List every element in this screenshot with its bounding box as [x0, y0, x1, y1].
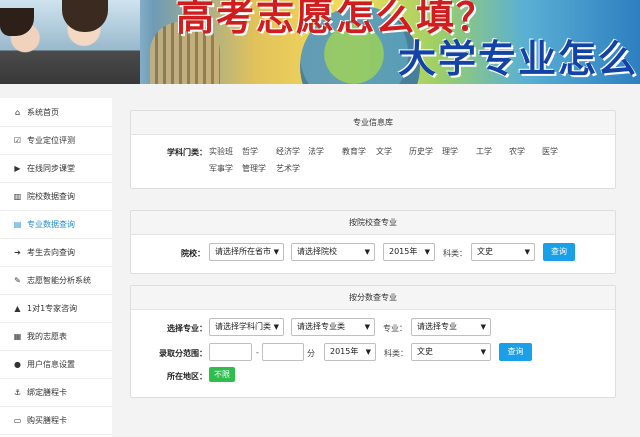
sidebar-item-6[interactable]: ✎ 志愿智能分析系统 [0, 267, 112, 295]
card-icon: ▭ [13, 416, 22, 425]
score-kelei-select[interactable]: 文史 ▼ [411, 343, 491, 361]
chevron-down-icon: ▼ [480, 323, 486, 331]
chevron-down-icon: ▼ [365, 348, 371, 356]
sidebar-item-label: 绑定膳程卡 [27, 388, 67, 397]
table-icon: ▦ [13, 332, 22, 341]
sidebar-item-8[interactable]: ▦ 我的志愿表 [0, 323, 112, 351]
sidebar-item-9[interactable]: ● 用户信息设置 [0, 351, 112, 379]
top-banner: 高考志愿怎么填？ 大学专业怎么 [0, 0, 640, 84]
check-square-icon: ☑ [13, 136, 22, 145]
chevron-down-icon: ▼ [524, 248, 530, 256]
sidebar-item-label: 1对1专家咨询 [27, 304, 78, 313]
sidebar-item-label: 专业定位评测 [27, 136, 75, 145]
subject-link[interactable]: 艺术学 [276, 163, 300, 174]
subject-link[interactable]: 军事学 [209, 163, 233, 174]
video-icon: ▶ [14, 164, 21, 173]
select-major-label: 选择专业： [167, 324, 207, 333]
subject-link[interactable]: 经济学 [276, 146, 300, 157]
sidebar-item-label: 在线同步课堂 [27, 164, 75, 173]
major-select[interactable]: 请选择专业 ▼ [411, 318, 491, 336]
book-icon: ▤ [13, 220, 22, 229]
sidebar-item-7[interactable]: ▲ 1对1专家咨询 [0, 295, 112, 323]
subject-link[interactable]: 农学 [509, 146, 525, 157]
score-kelei-label: 科类： [384, 349, 408, 358]
kelei-select[interactable]: 文史 ▼ [471, 243, 535, 261]
chevron-down-icon: ▼ [364, 323, 370, 331]
chevron-down-icon: ▼ [273, 323, 279, 331]
home-icon: ⌂ [14, 108, 21, 117]
sidebar-item-1[interactable]: ☑ 专业定位评测 [0, 127, 112, 155]
subject-link[interactable]: 工学 [476, 146, 492, 157]
sidebar-item-label: 系统首页 [27, 108, 59, 117]
year-select[interactable]: 2015年 ▼ [383, 243, 435, 261]
user-icon: ● [14, 360, 21, 369]
region-label: 所在地区： [167, 372, 207, 381]
edit-icon: ✎ [14, 276, 21, 285]
sidebar-item-10[interactable]: ⚓ 绑定膳程卡 [0, 379, 112, 407]
graduation-cap-icon: ▲ [14, 304, 21, 313]
sidebar-item-2[interactable]: ▶ 在线同步课堂 [0, 155, 112, 183]
subject-link[interactable]: 文学 [376, 146, 392, 157]
sidebar-item-4[interactable]: ▤ 专业数据查询 [0, 211, 112, 239]
subject-link[interactable]: 法学 [308, 146, 324, 157]
arrow-right-icon: ➔ [14, 248, 21, 257]
sidebar-item-0[interactable]: ⌂ 系统首页 [0, 99, 112, 127]
anchor-icon: ⚓ [13, 388, 22, 397]
subject-link[interactable]: 历史学 [409, 146, 433, 157]
subject-category-label: 学科门类： [167, 148, 207, 157]
kelei-label: 科类： [443, 249, 467, 258]
subject-link[interactable]: 实验班 [209, 146, 233, 157]
min-score-input[interactable] [209, 343, 252, 361]
sidebar-item-label: 我的志愿表 [27, 332, 67, 341]
score-unit: 分 [307, 349, 315, 358]
subject-link[interactable]: 哲学 [242, 146, 258, 157]
zhuanye-label: 专业： [383, 324, 407, 333]
school-label: 院校： [181, 249, 205, 258]
range-dash: - [256, 348, 259, 357]
score-query-button[interactable]: 查询 [499, 343, 532, 361]
sidebar: ⌂ 系统首页 ☑ 专业定位评测 ▶ 在线同步课堂 ▥ 院校数据查询 ▤ 专业数据查询 ➔ 考生去向查询… [0, 98, 112, 437]
chevron-down-icon: ▼ [273, 248, 279, 256]
school-select[interactable]: 请选择院校 ▼ [291, 243, 375, 261]
by-school-panel-title: 按院校查专业 [131, 211, 615, 235]
score-year-select[interactable]: 2015年 ▼ [324, 343, 376, 361]
major-class-select[interactable]: 请选择专业类 ▼ [291, 318, 375, 336]
sidebar-item-3[interactable]: ▥ 院校数据查询 [0, 183, 112, 211]
major-info-panel-title: 专业信息库 [131, 111, 615, 135]
region-any-button[interactable]: 不限 [209, 367, 235, 382]
bank-icon: ▥ [13, 192, 22, 201]
score-range-label: 录取分范围： [159, 349, 207, 358]
sidebar-item-label: 考生去向查询 [27, 248, 75, 257]
sidebar-item-11[interactable]: ▭ 购买膳程卡 [0, 407, 112, 435]
school-query-button[interactable]: 查询 [543, 243, 575, 261]
by-school-panel: 按院校查专业 院校： 请选择所在省市 ▼ 请选择院校 ▼ 2015年 ▼ 科类： 文史… [130, 210, 616, 274]
chevron-down-icon: ▼ [480, 348, 486, 356]
sidebar-item-label: 用户信息设置 [27, 360, 75, 369]
province-select[interactable]: 请选择所在省市 ▼ [209, 243, 284, 261]
subject-link[interactable]: 管理学 [242, 163, 266, 174]
banner-title-line2: 大学专业怎么 [398, 37, 639, 81]
sidebar-item-label: 院校数据查询 [27, 192, 75, 201]
subject-link[interactable]: 理学 [442, 146, 458, 157]
by-score-panel: 按分数查专业 选择专业： 请选择学科门类 ▼ 请选择专业类 ▼ 专业： 请选择专业 ▼… [130, 285, 616, 398]
by-score-panel-title: 按分数查专业 [131, 286, 615, 310]
max-score-input[interactable] [262, 343, 304, 361]
sidebar-item-label: 购买膳程卡 [27, 416, 67, 425]
chevron-down-icon: ▼ [364, 248, 370, 256]
sidebar-item-label: 志愿智能分析系统 [27, 276, 91, 285]
sidebar-item-label: 专业数据查询 [27, 220, 75, 229]
major-info-panel: 专业信息库 学科门类： 实验班 哲学 经济学 法学 教育学 文学 历史学 理学 工学 农学 医学军事… [130, 110, 616, 189]
subject-link[interactable]: 教育学 [342, 146, 366, 157]
subject-link[interactable]: 医学 [542, 146, 558, 157]
category-select[interactable]: 请选择学科门类 ▼ [209, 318, 284, 336]
sidebar-item-5[interactable]: ➔ 考生去向查询 [0, 239, 112, 267]
chevron-down-icon: ▼ [424, 248, 430, 256]
